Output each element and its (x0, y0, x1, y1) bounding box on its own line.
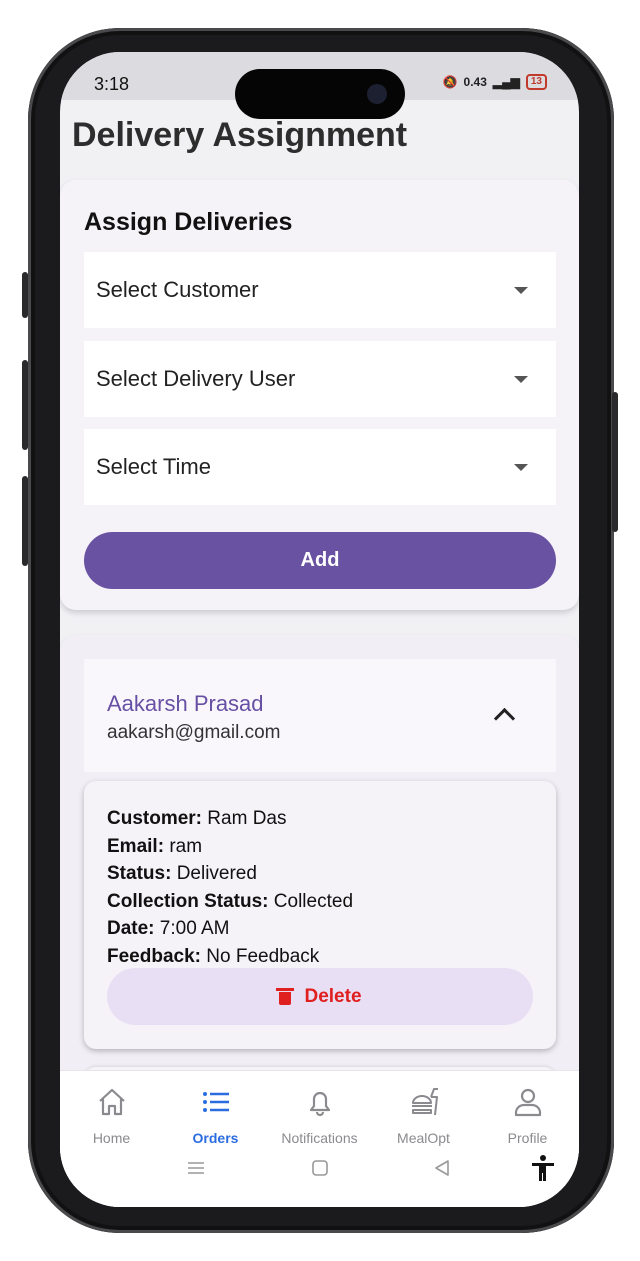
net-speed: 0.43 (463, 75, 487, 89)
page-title: Delivery Assignment (72, 116, 408, 154)
power-button (612, 392, 618, 532)
nav-orders[interactable]: Orders (164, 1085, 267, 1146)
order-details: Customer: Ram Das Email: ram Status: Del… (107, 805, 353, 970)
recent-apps-icon[interactable] (186, 1158, 206, 1178)
battery-icon: 13 (525, 74, 547, 90)
list-icon (202, 1092, 229, 1112)
delete-label: Delete (304, 985, 362, 1007)
delete-button[interactable]: Delete (107, 968, 533, 1025)
time-select[interactable]: Select Time (84, 429, 556, 505)
dynamic-island (235, 69, 405, 119)
nav-home[interactable]: Home (60, 1085, 163, 1146)
add-button[interactable]: Add (84, 532, 556, 589)
order-card: Customer: Ram Das Email: ram Status: Del… (84, 781, 556, 1049)
delivery-user-select-label: Select Delivery User (96, 366, 296, 391)
screen: 3:18 🔕 0.43 ▂▄▆ 13 Delivery Assignment A… (60, 52, 579, 1207)
delivery-user-email: aakarsh@gmail.com (107, 722, 281, 743)
volume-up-button (22, 360, 28, 450)
side-button (22, 272, 28, 318)
status-row: Status: Delivered (107, 863, 257, 884)
person-icon (514, 1088, 541, 1117)
customer-row: Customer: Ram Das (107, 808, 287, 829)
status-time: 3:18 (94, 74, 130, 94)
system-nav-bar (60, 1140, 579, 1200)
collection-status-row: Collection Status: Collected (107, 890, 354, 912)
dropdown-caret-icon (514, 464, 528, 471)
volume-down-button (22, 476, 28, 566)
feedback-row: Feedback: No Feedback (107, 945, 320, 967)
back-icon[interactable] (432, 1158, 452, 1178)
camera-icon (367, 84, 387, 104)
nav-notifications[interactable]: Notifications (268, 1085, 371, 1146)
customer-select[interactable]: Select Customer (84, 252, 556, 328)
nav-profile[interactable]: Profile (476, 1085, 579, 1146)
assign-deliveries-card: Assign Deliveries Select Customer Select… (60, 180, 579, 610)
email-row: Email: ram (107, 835, 203, 857)
status-icons: 🔕 0.43 ▂▄▆ 13 (443, 74, 547, 90)
dropdown-caret-icon (514, 376, 528, 383)
home-icon (98, 1088, 125, 1116)
mute-icon: 🔕 (442, 75, 458, 89)
nav-mealopt[interactable]: MealOpt (372, 1085, 475, 1146)
home-gesture-icon[interactable] (310, 1158, 330, 1178)
assignment-accordion-header[interactable]: Aakarsh Prasad aakarsh@gmail.com (84, 659, 556, 772)
delivery-user-select[interactable]: Select Delivery User (84, 341, 556, 417)
chevron-up-icon[interactable] (493, 707, 516, 730)
customer-select-label: Select Customer (96, 277, 259, 302)
delivery-user-name: Aakarsh Prasad (107, 691, 264, 716)
accessibility-icon[interactable] (530, 1154, 556, 1182)
bell-icon (309, 1091, 330, 1117)
card-title: Assign Deliveries (84, 208, 293, 236)
signal-icon: ▂▄▆ (492, 75, 520, 89)
time-select-label: Select Time (96, 454, 211, 479)
dropdown-caret-icon (514, 287, 528, 294)
food-icon (411, 1088, 438, 1116)
date-row: Date: 7:00 AM (107, 918, 230, 939)
trash-icon (276, 988, 295, 1005)
